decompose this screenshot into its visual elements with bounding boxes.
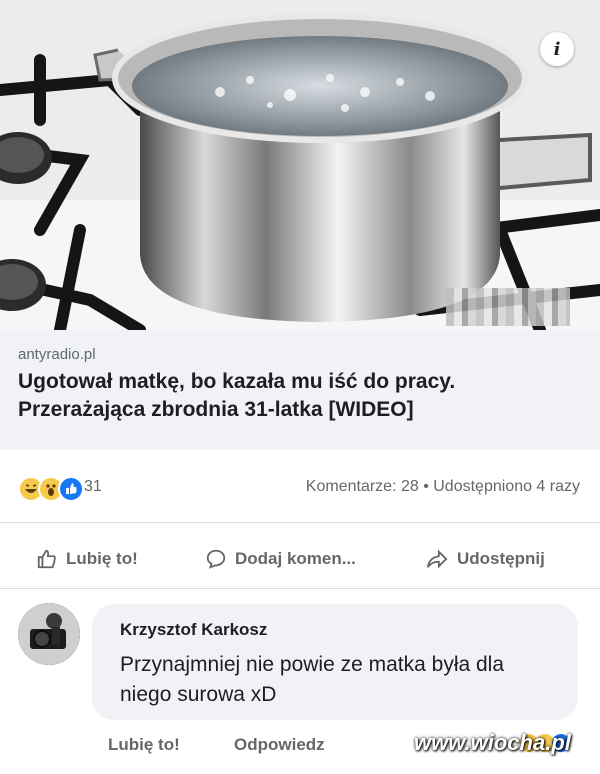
like-icon[interactable] — [58, 476, 84, 502]
comment-icon — [206, 549, 226, 569]
post-stats[interactable]: Komentarze: 28 • Udostępniono 4 razy — [306, 478, 580, 496]
comment-text: Przynajmniej nie powie ze matka była dla… — [120, 653, 505, 706]
article-image[interactable]: i — [0, 0, 600, 330]
comment-button[interactable]: Dodaj komen... — [205, 546, 356, 572]
share-icon — [426, 549, 448, 569]
share-label: Udostępnij — [457, 549, 545, 568]
comment-like-button[interactable]: Lubię to! — [108, 735, 180, 755]
avatar[interactable] — [18, 603, 80, 665]
info-icon[interactable]: i — [540, 32, 574, 66]
boiling-pot-illustration — [0, 0, 600, 330]
reaction-count[interactable]: 31 — [84, 478, 102, 496]
divider — [0, 522, 600, 523]
watermark: www.wiocha.pl — [414, 730, 571, 755]
link-domain: antyradio.pl — [18, 346, 96, 363]
link-title[interactable]: Ugotował matkę, bo kazała mu iść do prac… — [18, 368, 588, 424]
comment-reply-button[interactable]: Odpowiedz — [234, 735, 325, 755]
blurred-overlay — [446, 288, 570, 326]
share-button[interactable]: Udostępnij — [425, 546, 545, 572]
like-label: Lubię to! — [66, 549, 138, 568]
thumbs-up-icon — [37, 549, 56, 569]
divider — [0, 588, 600, 589]
comment-label: Dodaj komen... — [235, 549, 356, 568]
comment-author[interactable]: Krzysztof Karkosz — [120, 620, 267, 640]
like-button[interactable]: Lubię to! — [36, 546, 138, 572]
